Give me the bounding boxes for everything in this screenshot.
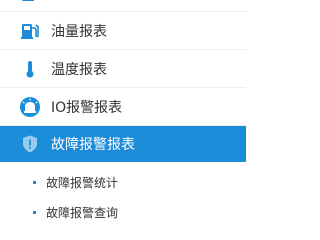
- sidebar-item-fault-alarm-report[interactable]: 故障报警报表: [0, 126, 246, 162]
- sidebar-item-label: 故障报警报表: [51, 137, 135, 153]
- bullet-icon: [33, 180, 36, 184]
- submenu-item-fault-alarm-query[interactable]: 故障报警查询: [0, 197, 246, 227]
- sidebar-item-io-alarm-report[interactable]: IO报警报表: [0, 88, 246, 126]
- sidebar-item-label: IO报警报表: [51, 99, 123, 116]
- sidebar-menu: 油量报表 温度报表 IO报警报表 故障报警报表 故障报警统计 故障报警查询: [0, 0, 246, 230]
- sidebar-item-fuel-partial[interactable]: [0, 0, 246, 12]
- submenu-item-label: 故障报警统计: [46, 175, 119, 190]
- fuel-partial-icon: [18, 0, 42, 5]
- bullet-icon: [33, 210, 36, 214]
- submenu-item-fault-alarm-statistics[interactable]: 故障报警统计: [0, 167, 246, 197]
- io-alarm-icon: [18, 95, 42, 119]
- thermometer-icon: [18, 57, 42, 81]
- fuel-pump-icon: [18, 19, 42, 43]
- sidebar-item-label: 油量报表: [51, 23, 107, 40]
- sidebar-item-label: 温度报表: [51, 61, 107, 78]
- submenu-item-label: 故障报警查询: [46, 205, 119, 220]
- sidebar-item-fuel-report[interactable]: 油量报表: [0, 12, 246, 50]
- sidebar-item-temperature-report[interactable]: 温度报表: [0, 50, 246, 88]
- shield-alert-icon: [18, 132, 42, 156]
